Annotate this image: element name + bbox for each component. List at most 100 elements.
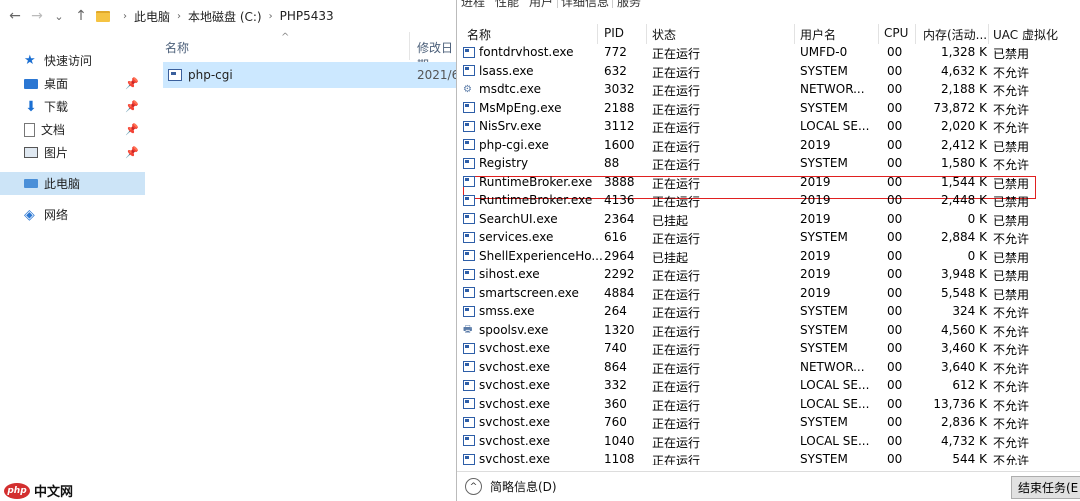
table-row[interactable]: svchost.exe 1108 正在运行 SYSTEM 00 544 K 不允… — [457, 450, 1080, 465]
up-arrow-icon[interactable]: ↑ — [70, 5, 92, 27]
breadcrumb-item-local-disk[interactable]: 本地磁盘 (C:) — [188, 8, 262, 25]
process-user: NETWOR... — [800, 359, 865, 374]
process-pid: 2292 — [604, 267, 635, 281]
back-arrow-icon[interactable]: ← — [4, 5, 26, 27]
column-header-name[interactable]: 名称 — [165, 39, 189, 56]
table-row[interactable]: svchost.exe 1040 正在运行 LOCAL SE... 00 4,7… — [457, 432, 1080, 451]
column-divider[interactable] — [646, 24, 647, 44]
file-row-php-cgi[interactable]: php-cgi 2021/6 — [163, 62, 456, 88]
process-cpu: 00 — [887, 45, 903, 59]
table-row[interactable]: svchost.exe 740 正在运行 SYSTEM 00 3,460 K 不… — [457, 339, 1080, 358]
table-row[interactable]: ⚙ msdtc.exe 3032 正在运行 NETWOR... 00 2,188 … — [457, 80, 1080, 99]
process-cpu: 00 — [887, 174, 903, 189]
table-row[interactable]: services.exe 616 正在运行 SYSTEM 00 2,884 K … — [457, 228, 1080, 247]
sidebar-item-documents[interactable]: 文档 📌 — [0, 118, 145, 141]
table-row[interactable]: RuntimeBroker.exe 4136 正在运行 2019 00 2,44… — [457, 191, 1080, 210]
pin-icon: 📌 — [125, 123, 139, 136]
sidebar-item-network[interactable]: ◈ 网络 — [0, 203, 145, 226]
process-pid: 4884 — [604, 285, 635, 300]
breadcrumb[interactable]: › 此电脑 › 本地磁盘 (C:) › PHP5433 — [96, 4, 456, 28]
process-icon — [463, 453, 475, 465]
end-task-button[interactable]: 结束任务(E — [1011, 476, 1080, 499]
column-divider[interactable] — [878, 24, 879, 44]
table-row[interactable]: smartscreen.exe 4884 正在运行 2019 00 5,548 … — [457, 284, 1080, 303]
tab-details[interactable]: 详细信息 — [557, 0, 614, 8]
folder-icon — [96, 10, 110, 22]
table-row[interactable]: 🖶 spoolsv.exe 1320 正在运行 SYSTEM 00 4,560 K… — [457, 321, 1080, 340]
navigation-pane: ★ 快速访问 桌面 📌 ⬇ 下载 📌 文档 📌 图片 📌 此电脑 ◈ 网络 — [0, 44, 145, 484]
breadcrumb-item-this-pc[interactable]: 此电脑 — [134, 8, 170, 25]
table-row[interactable]: sihost.exe 2292 正在运行 2019 00 3,948 K 已禁用 — [457, 265, 1080, 284]
forward-arrow-icon[interactable]: → — [26, 5, 48, 27]
process-memory: 612 K — [952, 378, 987, 392]
table-row[interactable]: ShellExperienceHo... 2964 已挂起 2019 00 0 … — [457, 247, 1080, 266]
file-name: php-cgi — [188, 68, 233, 82]
process-uac: 不允许 — [993, 343, 1030, 357]
process-pid: 3112 — [604, 119, 635, 133]
process-status: 已挂起 — [652, 250, 689, 265]
process-memory: 0 K — [967, 248, 987, 263]
table-row[interactable]: RuntimeBroker.exe 3888 正在运行 2019 00 1,54… — [457, 173, 1080, 192]
process-name: SearchUI.exe — [479, 211, 558, 226]
column-header-username[interactable]: 用户名 — [800, 26, 836, 43]
column-divider[interactable] — [988, 24, 989, 44]
fewer-details-button[interactable]: ^ 简略信息(D) — [465, 478, 557, 495]
breadcrumb-item-php5433[interactable]: PHP5433 — [280, 9, 334, 23]
process-icon — [463, 231, 475, 243]
document-icon — [24, 122, 35, 137]
process-user: SYSTEM — [800, 322, 848, 337]
process-pid: 2964 — [604, 248, 635, 263]
column-divider[interactable] — [409, 32, 410, 60]
process-memory: 2,412 K — [940, 137, 987, 152]
table-row[interactable]: SearchUI.exe 2364 已挂起 2019 00 0 K 已禁用 — [457, 210, 1080, 229]
table-row[interactable]: smss.exe 264 正在运行 SYSTEM 00 324 K 不允许 — [457, 302, 1080, 321]
table-row-php-cgi[interactable]: php-cgi.exe 1600 正在运行 2019 00 2,412 K 已禁… — [457, 136, 1080, 155]
column-header-status[interactable]: 状态 — [652, 26, 676, 43]
process-uac: 不允许 — [993, 361, 1030, 376]
column-header-memory[interactable]: 内存(活动... — [923, 26, 987, 43]
sidebar-item-this-pc[interactable]: 此电脑 — [0, 172, 145, 195]
column-divider[interactable] — [915, 24, 916, 44]
column-header-name[interactable]: 名称 — [467, 26, 491, 43]
process-memory: 4,632 K — [940, 63, 987, 78]
table-row[interactable]: svchost.exe 332 正在运行 LOCAL SE... 00 612 … — [457, 376, 1080, 395]
process-status: 正在运行 — [652, 454, 701, 465]
sidebar-item-desktop[interactable]: 桌面 📌 — [0, 72, 145, 95]
process-memory: 3,460 K — [940, 341, 987, 355]
column-divider[interactable] — [597, 24, 598, 44]
tab-services[interactable]: 服务 — [617, 0, 641, 8]
process-status: 正在运行 — [652, 398, 701, 413]
tab-users[interactable]: 用户 — [529, 0, 553, 8]
process-name: svchost.exe — [479, 415, 550, 429]
process-name: svchost.exe — [479, 452, 550, 465]
sidebar-item-pictures[interactable]: 图片 📌 — [0, 141, 145, 164]
table-row[interactable]: svchost.exe 760 正在运行 SYSTEM 00 2,836 K 不… — [457, 413, 1080, 432]
process-pid: 4136 — [604, 193, 635, 207]
process-cpu: 00 — [887, 396, 903, 411]
column-header-uac[interactable]: UAC 虚拟化 — [993, 26, 1058, 43]
chevron-up-icon: ^ — [465, 478, 482, 495]
column-header-cpu[interactable]: CPU — [884, 26, 908, 40]
breadcrumb-separator-icon: › — [123, 10, 127, 22]
table-row[interactable]: MsMpEng.exe 2188 正在运行 SYSTEM 00 73,872 K… — [457, 99, 1080, 118]
table-row[interactable]: svchost.exe 360 正在运行 LOCAL SE... 00 13,7… — [457, 395, 1080, 414]
process-cpu: 00 — [887, 230, 903, 244]
recent-locations-chevron-icon[interactable]: ⌄ — [48, 5, 70, 27]
process-user: LOCAL SE... — [800, 119, 870, 133]
column-header-pid[interactable]: PID — [604, 26, 624, 40]
process-pid: 740 — [604, 341, 627, 355]
tab-processes[interactable]: 进程 — [461, 0, 485, 8]
table-row[interactable]: NisSrv.exe 3112 正在运行 LOCAL SE... 00 2,02… — [457, 117, 1080, 136]
process-icon — [463, 435, 475, 446]
table-row[interactable]: svchost.exe 864 正在运行 NETWOR... 00 3,640 … — [457, 358, 1080, 377]
sidebar-item-quick-access[interactable]: ★ 快速访问 — [0, 49, 145, 72]
process-user: LOCAL SE... — [800, 378, 870, 392]
table-row[interactable]: lsass.exe 632 正在运行 SYSTEM 00 4,632 K 不允许 — [457, 62, 1080, 81]
download-icon: ⬇ — [25, 98, 37, 115]
table-row[interactable]: Registry 88 正在运行 SYSTEM 00 1,580 K 不允许 — [457, 154, 1080, 173]
process-cpu: 00 — [887, 433, 903, 448]
table-row[interactable]: fontdrvhost.exe 772 正在运行 UMFD-0 00 1,328… — [457, 43, 1080, 62]
column-divider[interactable] — [794, 24, 795, 44]
sidebar-item-downloads[interactable]: ⬇ 下载 📌 — [0, 95, 145, 118]
tab-performance[interactable]: 性能 — [495, 0, 519, 8]
